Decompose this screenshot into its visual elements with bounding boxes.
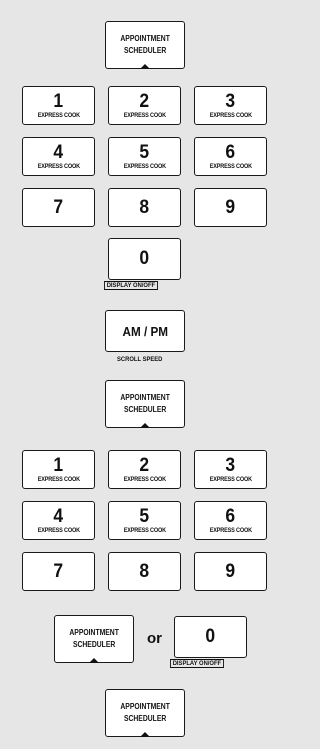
scroll-speed-caption: SCROLL SPEED — [117, 356, 163, 363]
key-8-b[interactable]: 8 — [108, 552, 181, 591]
appointment-label: APPOINTMENT SCHEDULER — [120, 34, 170, 55]
appointment-scheduler-button-1[interactable]: APPOINTMENT SCHEDULER — [105, 21, 185, 69]
key-number: 1 — [53, 90, 64, 112]
key-number: 0 — [139, 248, 150, 269]
express-cook-label: EXPRESS COOK — [209, 526, 252, 534]
key-5-express-cook[interactable]: 5 EXPRESS COOK — [108, 137, 181, 176]
appointment-label: APPOINTMENT SCHEDULER — [69, 628, 119, 649]
express-cook-label: EXPRESS COOK — [37, 526, 80, 534]
key-number: 8 — [139, 560, 150, 582]
express-cook-label: EXPRESS COOK — [37, 475, 80, 483]
key-6-express-cook-b[interactable]: 6 EXPRESS COOK — [194, 501, 267, 540]
up-arrow-icon — [140, 423, 150, 428]
key-number: 4 — [53, 141, 64, 163]
appointment-scheduler-button-2[interactable]: APPOINTMENT SCHEDULER — [105, 380, 185, 428]
key-1-express-cook[interactable]: 1 EXPRESS COOK — [22, 86, 95, 125]
appointment-label: APPOINTMENT SCHEDULER — [120, 393, 170, 414]
key-number: 5 — [139, 141, 150, 163]
key-number: 1 — [53, 454, 64, 476]
key-8[interactable]: 8 — [108, 188, 181, 227]
express-cook-label: EXPRESS COOK — [123, 475, 166, 483]
key-7-b[interactable]: 7 — [22, 552, 95, 591]
key-4-express-cook-b[interactable]: 4 EXPRESS COOK — [22, 501, 95, 540]
key-number: 2 — [139, 454, 150, 476]
key-number: 6 — [225, 505, 236, 527]
key-number: 2 — [139, 90, 150, 112]
key-9-b[interactable]: 9 — [194, 552, 267, 591]
up-arrow-icon — [89, 658, 99, 663]
ampm-button[interactable]: AM / PM — [105, 310, 185, 352]
express-cook-label: EXPRESS COOK — [123, 526, 166, 534]
key-5-express-cook-b[interactable]: 5 EXPRESS COOK — [108, 501, 181, 540]
ampm-label: AM / PM — [122, 323, 168, 339]
key-number: 8 — [139, 196, 150, 218]
key-number: 6 — [225, 141, 236, 163]
key-6-express-cook[interactable]: 6 EXPRESS COOK — [194, 137, 267, 176]
up-arrow-icon — [140, 732, 150, 737]
key-2-express-cook-b[interactable]: 2 EXPRESS COOK — [108, 450, 181, 489]
express-cook-label: EXPRESS COOK — [123, 111, 166, 119]
key-number: 3 — [225, 454, 236, 476]
key-4-express-cook[interactable]: 4 EXPRESS COOK — [22, 137, 95, 176]
express-cook-label: EXPRESS COOK — [37, 162, 80, 170]
express-cook-label: EXPRESS COOK — [209, 475, 252, 483]
appointment-scheduler-button-4[interactable]: APPOINTMENT SCHEDULER — [105, 689, 185, 737]
key-0-display[interactable]: 0 — [108, 238, 181, 280]
key-9[interactable]: 9 — [194, 188, 267, 227]
key-1-express-cook-b[interactable]: 1 EXPRESS COOK — [22, 450, 95, 489]
key-0-display-b[interactable]: 0 — [174, 616, 247, 658]
express-cook-label: EXPRESS COOK — [209, 111, 252, 119]
display-on-off-caption: DISPLAY ON/OFF — [104, 281, 158, 290]
key-number: 9 — [225, 560, 236, 582]
or-label: or — [147, 630, 162, 647]
key-7[interactable]: 7 — [22, 188, 95, 227]
appointment-label: APPOINTMENT SCHEDULER — [120, 702, 170, 723]
express-cook-label: EXPRESS COOK — [123, 162, 166, 170]
express-cook-label: EXPRESS COOK — [209, 162, 252, 170]
key-number: 7 — [53, 196, 64, 218]
key-2-express-cook[interactable]: 2 EXPRESS COOK — [108, 86, 181, 125]
key-number: 5 — [139, 505, 150, 527]
appointment-scheduler-button-3[interactable]: APPOINTMENT SCHEDULER — [54, 615, 134, 663]
key-number: 9 — [225, 196, 236, 218]
key-number: 0 — [205, 626, 216, 647]
up-arrow-icon — [140, 64, 150, 69]
express-cook-label: EXPRESS COOK — [37, 111, 80, 119]
key-number: 3 — [225, 90, 236, 112]
key-number: 4 — [53, 505, 64, 527]
key-number: 7 — [53, 560, 64, 582]
display-on-off-caption-b: DISPLAY ON/OFF — [170, 659, 224, 668]
key-3-express-cook[interactable]: 3 EXPRESS COOK — [194, 86, 267, 125]
key-3-express-cook-b[interactable]: 3 EXPRESS COOK — [194, 450, 267, 489]
